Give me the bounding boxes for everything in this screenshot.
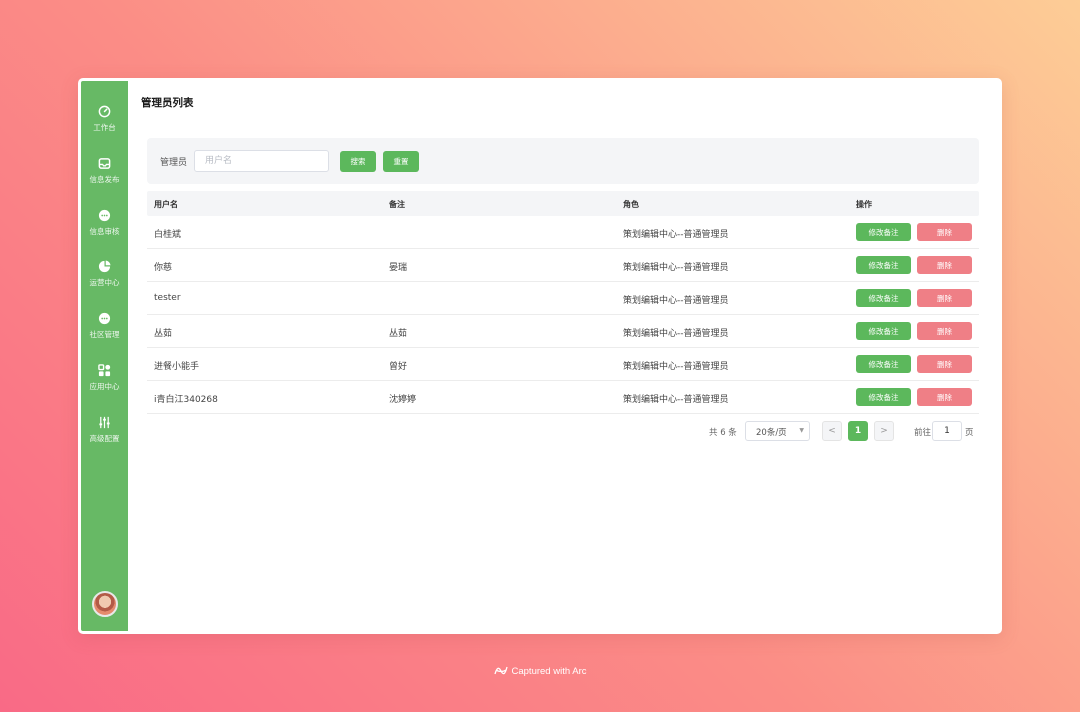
cell-username: tester (154, 293, 181, 303)
chat-icon (98, 209, 111, 222)
header-username: 用户名 (154, 200, 178, 209)
edit-note-button[interactable]: 修改备注 (856, 322, 911, 340)
sliders-icon (99, 416, 110, 429)
cell-username: 你慈 (154, 263, 173, 273)
cell-role: 策划编辑中心--普通管理员 (623, 296, 729, 306)
cell-username: i青白江340268 (154, 395, 218, 405)
app-window: 工作台 信息发布 信息审核 运营中心 社区管理 应用中心 高级配置 管理员列表 (78, 78, 1002, 634)
reset-button[interactable]: 重置 (383, 151, 419, 172)
cell-role: 策划编辑中心--普通管理员 (623, 230, 729, 240)
filter-label: 管理员 (160, 158, 188, 168)
edit-note-button[interactable]: 修改备注 (856, 289, 911, 307)
cell-role: 策划编辑中心--普通管理员 (623, 329, 729, 339)
arc-logo-icon (493, 666, 508, 675)
search-button[interactable]: 搜索 (340, 151, 376, 172)
table-row: 进餐小能手 曾好 策划编辑中心--普通管理员 修改备注 删除 (147, 348, 979, 381)
table-row: 白桂斌 策划编辑中心--普通管理员 修改备注 删除 (147, 216, 979, 249)
cell-username: 白桂斌 (154, 230, 182, 240)
username-search-input[interactable] (194, 150, 329, 172)
delete-button[interactable]: 删除 (917, 388, 972, 406)
delete-button[interactable]: 删除 (917, 289, 972, 307)
next-page-button[interactable]: > (874, 421, 894, 441)
header-role: 角色 (623, 200, 639, 209)
cell-note: 晏瑞 (389, 263, 408, 273)
inbox-icon (98, 158, 111, 169)
sidebar-item-label: 信息审核 (89, 227, 120, 236)
delete-button[interactable]: 删除 (917, 223, 972, 241)
sidebar-item-operations[interactable]: 运营中心 (81, 260, 128, 288)
pie-chart-icon (98, 260, 111, 273)
cell-note: 丛茹 (389, 329, 408, 339)
sidebar: 工作台 信息发布 信息审核 运营中心 社区管理 应用中心 高级配置 (81, 81, 128, 631)
sidebar-item-publish[interactable]: 信息发布 (81, 157, 128, 185)
prev-page-button[interactable]: < (822, 421, 842, 441)
page-size-select[interactable]: 20条/页 ▼ (745, 421, 810, 441)
header-note: 备注 (389, 200, 405, 209)
sidebar-item-review[interactable]: 信息审核 (81, 209, 128, 237)
cell-username: 进餐小能手 (154, 362, 200, 372)
goto-page-input[interactable] (932, 421, 962, 441)
sidebar-item-label: 运营中心 (89, 278, 120, 287)
table-header: 用户名 备注 角色 操作 (147, 191, 979, 216)
edit-note-button[interactable]: 修改备注 (856, 223, 911, 241)
sidebar-item-label: 工作台 (93, 123, 116, 132)
chevron-down-icon: ▼ (799, 427, 804, 434)
sidebar-item-apps[interactable]: 应用中心 (81, 364, 128, 392)
sidebar-item-label: 信息发布 (89, 175, 120, 184)
cell-note: 曾好 (389, 362, 408, 372)
arc-footer-text: Captured with Arc (511, 666, 587, 677)
table-row: i青白江340268 沈婷婷 策划编辑中心--普通管理员 修改备注 删除 (147, 381, 979, 414)
sidebar-item-advanced[interactable]: 高级配置 (81, 416, 128, 444)
sidebar-item-label: 应用中心 (89, 382, 120, 391)
goto-label: 前往 (914, 428, 932, 438)
sidebar-item-label: 社区管理 (89, 330, 120, 339)
dashboard-icon (98, 105, 111, 118)
apps-icon (98, 364, 111, 377)
header-actions: 操作 (856, 200, 872, 209)
arc-footer: Captured with Arc (0, 665, 1080, 677)
cell-username: 丛茹 (154, 329, 173, 339)
admin-table: 用户名 备注 角色 操作 白桂斌 策划编辑中心--普通管理员 修改备注 删除 你… (147, 191, 979, 414)
cell-role: 策划编辑中心--普通管理员 (623, 395, 729, 405)
main-content: 管理员列表 管理员 搜索 重置 用户名 备注 角色 操作 白桂斌 策划编辑中心-… (128, 81, 999, 631)
table-row: tester 策划编辑中心--普通管理员 修改备注 删除 (147, 282, 979, 315)
table-row: 你慈 晏瑞 策划编辑中心--普通管理员 修改备注 删除 (147, 249, 979, 282)
delete-button[interactable]: 删除 (917, 355, 972, 373)
cell-note: 沈婷婷 (389, 395, 417, 405)
edit-note-button[interactable]: 修改备注 (856, 355, 911, 373)
page-unit-label: 页 (965, 428, 974, 438)
message-icon (98, 312, 111, 325)
delete-button[interactable]: 删除 (917, 322, 972, 340)
avatar[interactable] (92, 591, 118, 617)
cell-role: 策划编辑中心--普通管理员 (623, 362, 729, 372)
edit-note-button[interactable]: 修改备注 (856, 388, 911, 406)
pagination: 共 6 条 20条/页 ▼ < 1 > 前往 页 (128, 421, 979, 441)
delete-button[interactable]: 删除 (917, 256, 972, 274)
sidebar-item-label: 高级配置 (89, 434, 120, 443)
filter-bar: 管理员 搜索 重置 (147, 138, 979, 184)
sidebar-item-community[interactable]: 社区管理 (81, 312, 128, 340)
sidebar-item-workbench[interactable]: 工作台 (81, 105, 128, 133)
cell-role: 策划编辑中心--普通管理员 (623, 263, 729, 273)
page-title: 管理员列表 (141, 97, 194, 109)
edit-note-button[interactable]: 修改备注 (856, 256, 911, 274)
page-number-button[interactable]: 1 (848, 421, 868, 441)
total-count: 共 6 条 (709, 428, 737, 438)
page-size-value: 20条/页 (756, 428, 787, 438)
table-row: 丛茹 丛茹 策划编辑中心--普通管理员 修改备注 删除 (147, 315, 979, 348)
